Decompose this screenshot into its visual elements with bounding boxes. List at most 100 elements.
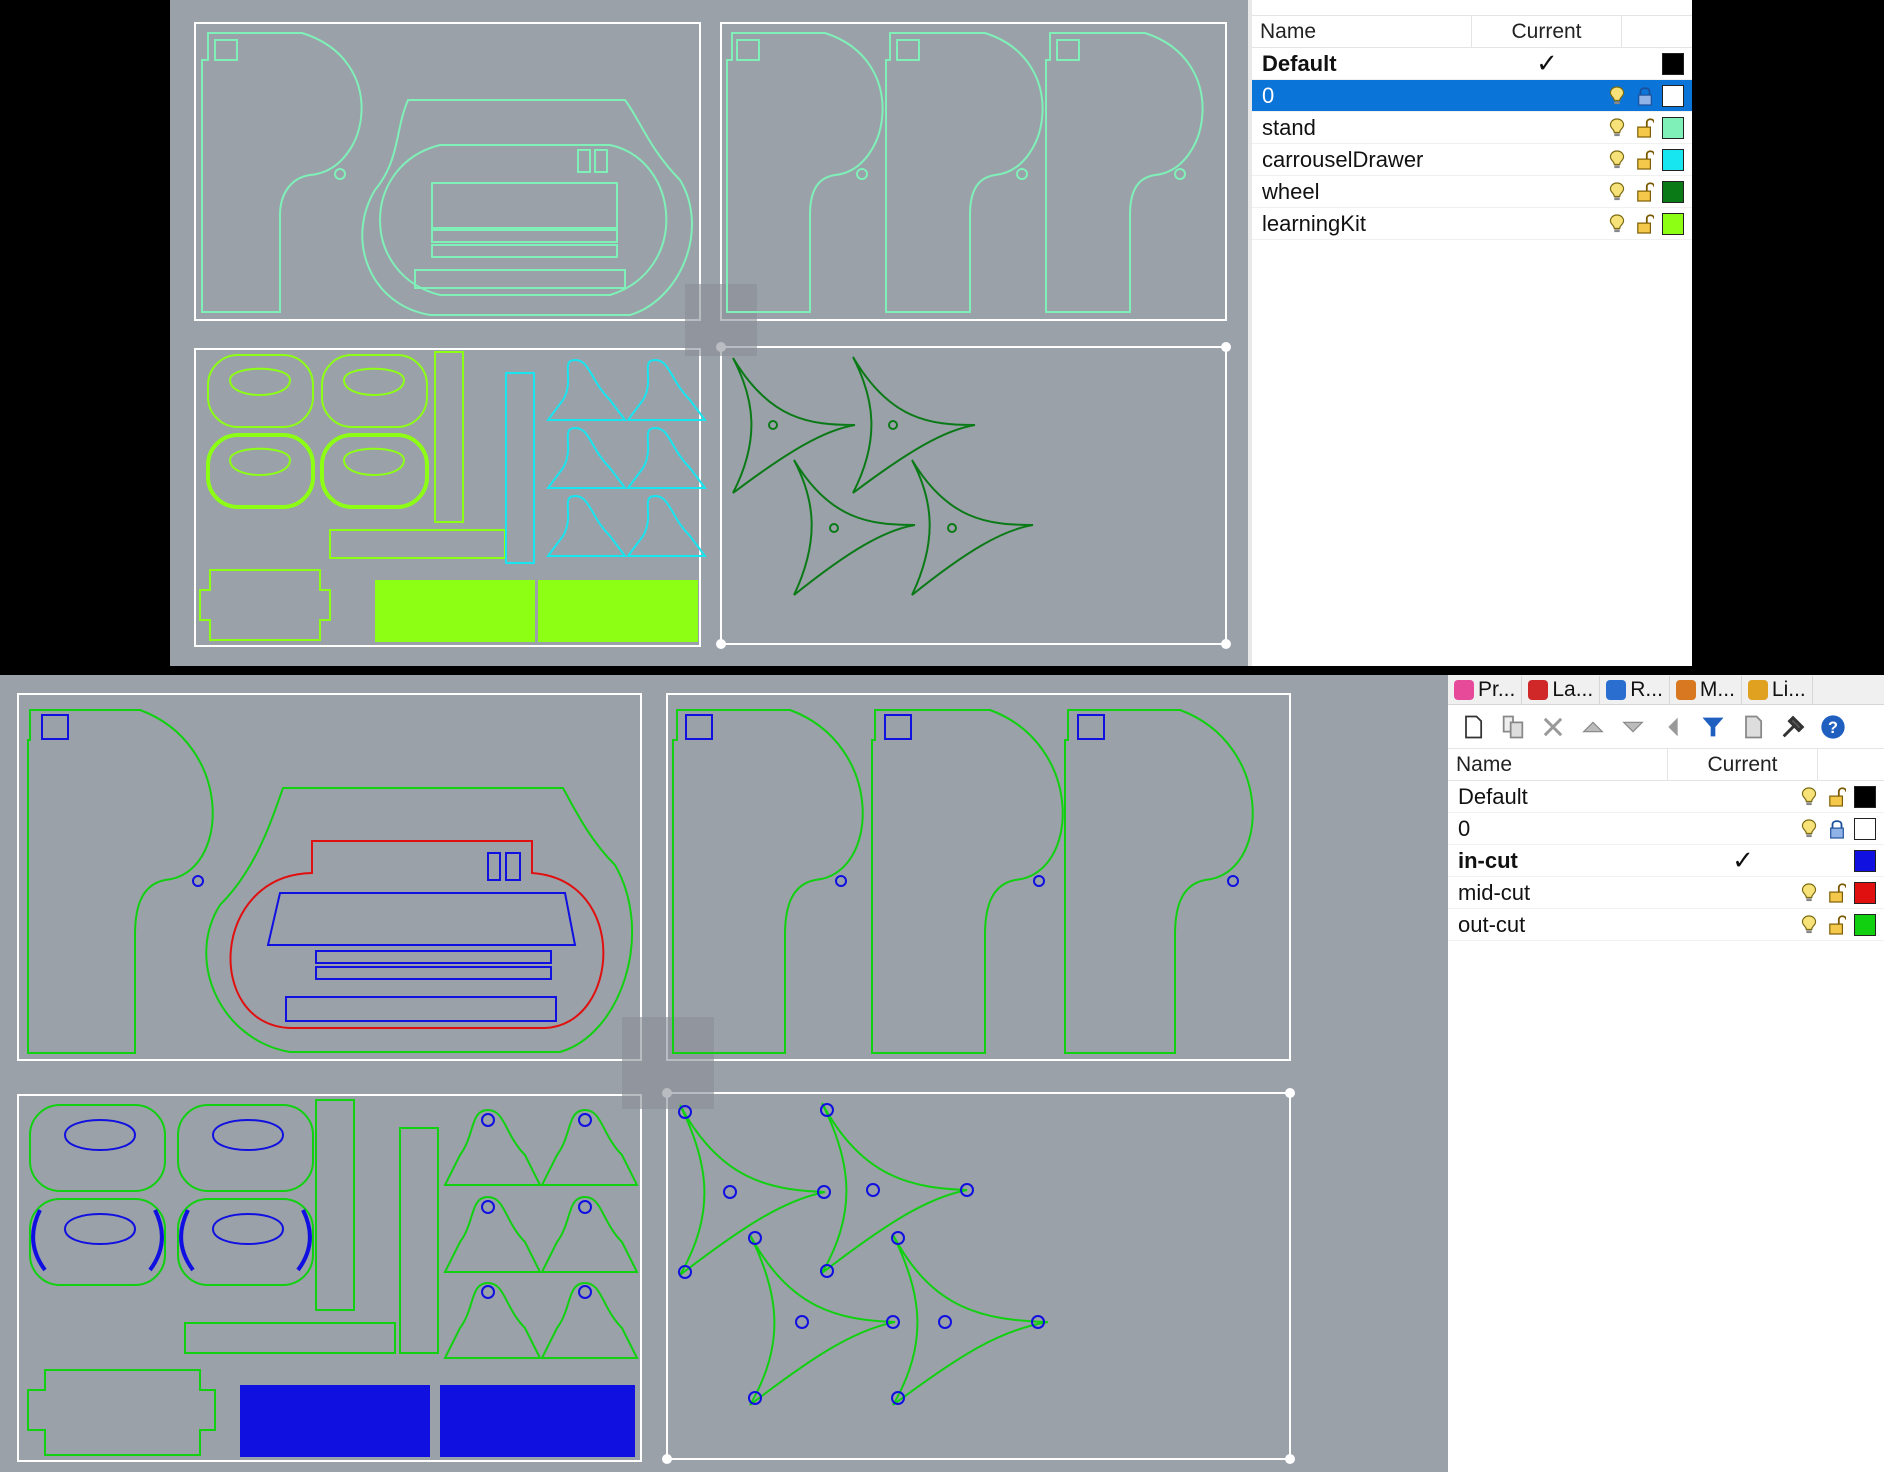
sheet-outline (720, 22, 1227, 321)
layer-color-swatch[interactable] (1854, 785, 1876, 808)
move-left-icon[interactable] (1658, 712, 1688, 742)
tab-properties[interactable]: Pr... (1448, 676, 1523, 704)
visibility-bulb-icon[interactable] (1798, 786, 1820, 808)
column-name[interactable]: Name (1448, 749, 1668, 780)
layer-row-wheel[interactable]: wheel (1252, 176, 1692, 208)
new-sublayer-icon[interactable] (1498, 712, 1528, 742)
visibility-bulb-icon[interactable] (1798, 818, 1820, 840)
column-name[interactable]: Name (1252, 16, 1472, 47)
layer-row-default[interactable]: Default ✓ (1252, 48, 1692, 80)
layer-row-stand[interactable]: stand (1252, 112, 1692, 144)
layer-controls (1606, 84, 1684, 107)
tab-label: La... (1552, 678, 1594, 701)
layer-controls (1606, 116, 1684, 139)
lock-open-icon[interactable] (1826, 882, 1848, 904)
move-down-icon[interactable] (1618, 712, 1648, 742)
visibility-bulb-icon[interactable] (1798, 882, 1820, 904)
top-layers-panel: Name Current Default ✓ 0 stand carrouselDraw… (1252, 0, 1692, 666)
visibility-bulb-icon[interactable] (1798, 914, 1820, 936)
lock-closed-icon[interactable] (1634, 85, 1656, 107)
filter-icon[interactable] (1698, 712, 1728, 742)
layers-header: Name Current (1448, 749, 1884, 781)
help-icon[interactable]: ? (1818, 712, 1848, 742)
layer-controls (1606, 148, 1684, 171)
visibility-bulb-icon[interactable] (1606, 213, 1628, 235)
tab-label: R... (1630, 678, 1663, 701)
layer-color-swatch[interactable] (1662, 116, 1684, 139)
delete-icon[interactable] (1538, 712, 1568, 742)
layer-color-swatch[interactable] (1662, 212, 1684, 235)
lock-open-icon[interactable] (1634, 213, 1656, 235)
layer-row-in-cut[interactable]: in-cut ✓ (1448, 845, 1884, 877)
visibility-bulb-icon[interactable] (1606, 149, 1628, 171)
gizmo (622, 1017, 714, 1109)
layer-controls (1798, 785, 1876, 808)
visibility-bulb-icon[interactable] (1606, 117, 1628, 139)
lock-open-icon[interactable] (1634, 117, 1656, 139)
layer-color-swatch[interactable] (1854, 881, 1876, 904)
tab-layers[interactable]: La... (1522, 676, 1601, 704)
layer-controls (1854, 849, 1876, 872)
top-screenshot: Name Current Default ✓ 0 stand carrouselDraw… (0, 0, 1884, 668)
layer-name: out-cut (1458, 911, 1526, 937)
layer-name: Default (1458, 783, 1528, 809)
top-viewport[interactable] (170, 0, 1248, 666)
properties-icon (1454, 680, 1474, 700)
layer-row-0[interactable]: 0 (1448, 813, 1884, 845)
layer-color-swatch[interactable] (1854, 817, 1876, 840)
wheel-parts (732, 356, 1034, 596)
panel-divider[interactable] (1440, 675, 1448, 1472)
layer-color-swatch[interactable] (1662, 180, 1684, 203)
layer-row-out-cut[interactable]: out-cut (1448, 909, 1884, 941)
layer-color-swatch[interactable] (1662, 52, 1684, 75)
layer-name: stand (1262, 114, 1316, 140)
lock-open-icon[interactable] (1826, 914, 1848, 936)
kit-filled-panel (538, 580, 698, 642)
layer-controls (1798, 817, 1876, 840)
gizmo (685, 284, 757, 356)
column-current[interactable]: Current (1668, 749, 1818, 780)
layer-controls (1606, 212, 1684, 235)
materials-icon (1675, 680, 1696, 700)
tab-label: Pr... (1478, 678, 1516, 701)
bottom-viewport[interactable] (0, 675, 1440, 1472)
layer-row-mid-cut[interactable]: mid-cut (1448, 877, 1884, 909)
lock-open-icon[interactable] (1634, 181, 1656, 203)
layer-row-default[interactable]: Default (1448, 781, 1884, 813)
tab-render[interactable]: R... (1600, 676, 1670, 704)
layer-name: Default (1262, 50, 1337, 76)
layers-icon (1528, 680, 1549, 700)
bottom-screenshot: Pr... La... R... M... Li... ? Name Current D… (0, 675, 1884, 1472)
layer-row-carrouseldrawer[interactable]: carrouselDrawer (1252, 144, 1692, 176)
tab-libraries[interactable]: Li... (1742, 676, 1813, 704)
visibility-bulb-icon[interactable] (1606, 181, 1628, 203)
layer-color-swatch[interactable] (1854, 849, 1876, 872)
visibility-bulb-icon[interactable] (1606, 85, 1628, 107)
layer-row-0[interactable]: 0 (1252, 80, 1692, 112)
lock-closed-icon[interactable] (1826, 818, 1848, 840)
tab-label: M... (1699, 678, 1735, 701)
current-checkmark[interactable]: ✓ (1668, 845, 1818, 876)
lock-open-icon[interactable] (1826, 786, 1848, 808)
layer-color-swatch[interactable] (1662, 84, 1684, 107)
copy-icon[interactable] (1738, 712, 1768, 742)
layers-header: Name Current (1252, 16, 1692, 48)
layer-controls (1606, 180, 1684, 203)
move-up-icon[interactable] (1578, 712, 1608, 742)
lock-open-icon[interactable] (1634, 149, 1656, 171)
current-checkmark[interactable]: ✓ (1472, 48, 1622, 79)
layer-color-swatch[interactable] (1854, 913, 1876, 936)
tools-icon[interactable] (1778, 712, 1808, 742)
svg-text:?: ? (1828, 718, 1838, 736)
layer-row-learningkit[interactable]: learningKit (1252, 208, 1692, 240)
new-layer-icon[interactable] (1458, 712, 1488, 742)
layer-name: in-cut (1458, 847, 1518, 873)
sheet-outline (666, 693, 1291, 1061)
layer-name: mid-cut (1458, 879, 1531, 905)
column-current[interactable]: Current (1472, 16, 1622, 47)
tab-materials[interactable]: M... (1670, 676, 1742, 704)
libraries-icon (1747, 680, 1768, 700)
layer-color-swatch[interactable] (1662, 148, 1684, 171)
blank-area (1692, 0, 1884, 668)
layer-name: learningKit (1262, 210, 1366, 236)
